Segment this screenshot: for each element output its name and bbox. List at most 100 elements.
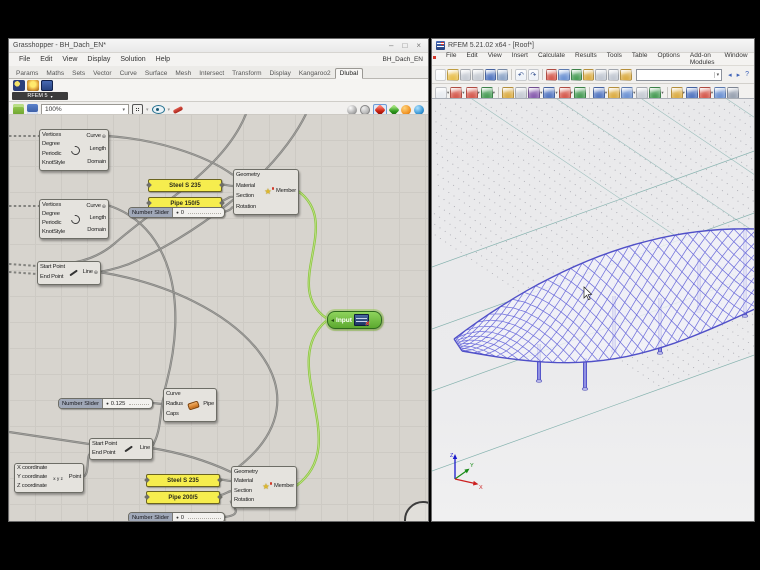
slider-grip-icon[interactable]: ● [106,401,109,406]
tab-mesh[interactable]: Mesh [171,69,195,78]
slider-track[interactable] [188,212,221,214]
print-icon[interactable] [459,68,472,81]
menu-item-results[interactable]: Results [570,51,602,67]
slider-value-area[interactable]: ● 0.125 [103,399,152,408]
rfem-wizard-icon[interactable] [13,80,25,91]
select-objects-icon[interactable] [435,86,447,99]
menu-item-calculate[interactable]: Calculate [533,51,570,67]
zoom-in-icon[interactable] [714,86,727,99]
maximize-button[interactable]: □ [402,41,407,50]
rfem-export-model-icon[interactable] [41,80,53,91]
isometric-view-icon[interactable] [608,86,621,99]
display-panel-icon[interactable] [607,68,620,81]
table-show-icon[interactable] [595,68,607,81]
edit-pen-icon[interactable] [545,68,558,81]
slider-grip-icon[interactable]: ● [176,210,179,215]
menu-item-view[interactable]: View [483,51,507,67]
renumbering-icon[interactable] [670,86,683,99]
material-blue-ball-icon[interactable] [414,104,424,115]
new-line-icon[interactable] [465,86,478,99]
grasshopper-canvas[interactable]: Vertices Degree Periodic KnotStyle Curve ⊕ Len… [9,114,428,521]
panel-material-panel-top[interactable]: Steel S 235 [145,179,225,192]
new-window-icon[interactable] [583,68,595,81]
panel-section-panel-bottom[interactable]: Pipe 200/5 [143,491,223,504]
rfem-3d-viewport[interactable]: ZYX [432,98,755,521]
menu-item-view[interactable]: View [57,55,82,64]
menu-item-help[interactable]: Help [753,51,754,67]
visibility-icon[interactable] [685,86,698,99]
render-mode-icon[interactable] [570,68,582,81]
zoom-window-icon[interactable] [621,86,634,99]
preview-wireframe-sphere-icon[interactable] [360,104,370,115]
slider-radius-slider[interactable]: Number Slider ● 0.125 [58,398,153,409]
open-help-icon[interactable]: ? [743,71,751,78]
data-export-icon[interactable] [496,68,509,81]
slider-track[interactable] [129,403,149,405]
paint-canvas-icon[interactable] [172,105,184,114]
new-member-icon[interactable] [480,86,493,99]
material-orange-ball-icon[interactable] [401,104,411,115]
tab-vector[interactable]: Vector [89,69,115,78]
new-support-icon[interactable] [528,86,541,99]
slider-value-area[interactable]: ● 0 [173,513,224,521]
tab-kangaroo2[interactable]: Kangaroo2 [295,69,335,78]
new-opening-icon[interactable] [515,86,528,99]
redo-icon[interactable]: ↷ [527,68,539,81]
slider-rotation-slider-top[interactable]: Number Slider ● 0 [128,207,225,218]
close-button[interactable]: × [416,41,421,50]
wire[interactable] [150,446,232,473]
tab-surface[interactable]: Surface [141,69,171,78]
panel-material-panel-bottom[interactable]: Steel S 235 [143,474,223,487]
project-navigator-icon[interactable] [620,68,632,81]
minimize-button[interactable]: – [389,41,393,50]
rfem-sparkle-icon[interactable] [27,80,39,91]
zoom-plus-icon[interactable]: ⊕ [102,204,106,210]
menu-item-add-on-modules[interactable]: Add-on Modules [685,51,720,67]
tab-sets[interactable]: Sets [68,69,89,78]
tab-display[interactable]: Display [266,69,295,78]
node-line-1[interactable]: Start Point End Point Line ⊕ [37,261,101,285]
open-file-icon[interactable] [447,68,459,81]
member-load-icon[interactable] [558,86,571,99]
tab-dlubal[interactable]: Dlubal [334,68,364,79]
menu-item-window[interactable]: Window [719,51,752,67]
zoom-plus-icon[interactable]: ⊕ [94,270,98,276]
menu-item-solution[interactable]: Solution [115,55,150,64]
view-direction-icon[interactable] [592,86,605,99]
preview-off-sphere-icon[interactable] [347,104,357,115]
grasshopper-window[interactable]: Grasshopper - BH_Dach_EN* – □ × File Edit… [8,38,429,522]
slider-value-area[interactable]: ● 0 [173,208,224,217]
rfem5-component-group[interactable]: RFEM 5 ▾ [12,92,68,100]
slider-track[interactable] [188,517,221,519]
node-nurbs-curve-1[interactable]: Vertices Degree Periodic KnotStyle Curve ⊕ Len… [39,129,109,171]
node-line-2[interactable]: Start Point End Point Line [89,438,153,460]
grasshopper-titlebar[interactable]: Grasshopper - BH_Dach_EN* – □ × [9,39,428,53]
tab-params[interactable]: Params [12,69,42,78]
zoom-plus-icon[interactable]: ⊕ [102,134,106,140]
slider-rotation-slider-bottom[interactable]: Number Slider ● 0 [128,512,225,521]
menu-item-edit[interactable]: Edit [461,51,482,67]
relay-wire[interactable] [9,271,38,275]
tab-intersect[interactable]: Intersect [195,69,228,78]
menu-item-file[interactable]: File [14,55,35,64]
relay-wire[interactable] [9,263,38,267]
menu-item-table[interactable]: Table [627,51,653,67]
selected-wire[interactable] [297,190,327,319]
load-case-icon[interactable] [543,86,556,99]
view-previous-icon[interactable]: ◂ [726,71,734,79]
display-settings-icon[interactable] [727,86,740,99]
wire[interactable] [106,134,234,176]
load-generation-icon[interactable] [573,86,586,99]
node-rfem-input[interactable]: ◂ Input × [327,311,382,329]
node-member-2[interactable]: Geometry Material Section Rotation ★ Member [231,466,297,508]
tab-maths[interactable]: Maths [42,69,68,78]
menu-item-file[interactable]: File [441,51,461,67]
pan-view-icon[interactable] [636,86,649,99]
roof-lattice-structure[interactable] [453,228,755,364]
undo-icon[interactable]: ↶ [515,68,527,81]
wire[interactable] [106,203,177,393]
save-icon[interactable] [484,68,496,81]
new-file-icon[interactable] [435,68,447,81]
menu-item-tools[interactable]: Tools [602,51,627,67]
rotate-view-icon[interactable] [649,86,662,99]
